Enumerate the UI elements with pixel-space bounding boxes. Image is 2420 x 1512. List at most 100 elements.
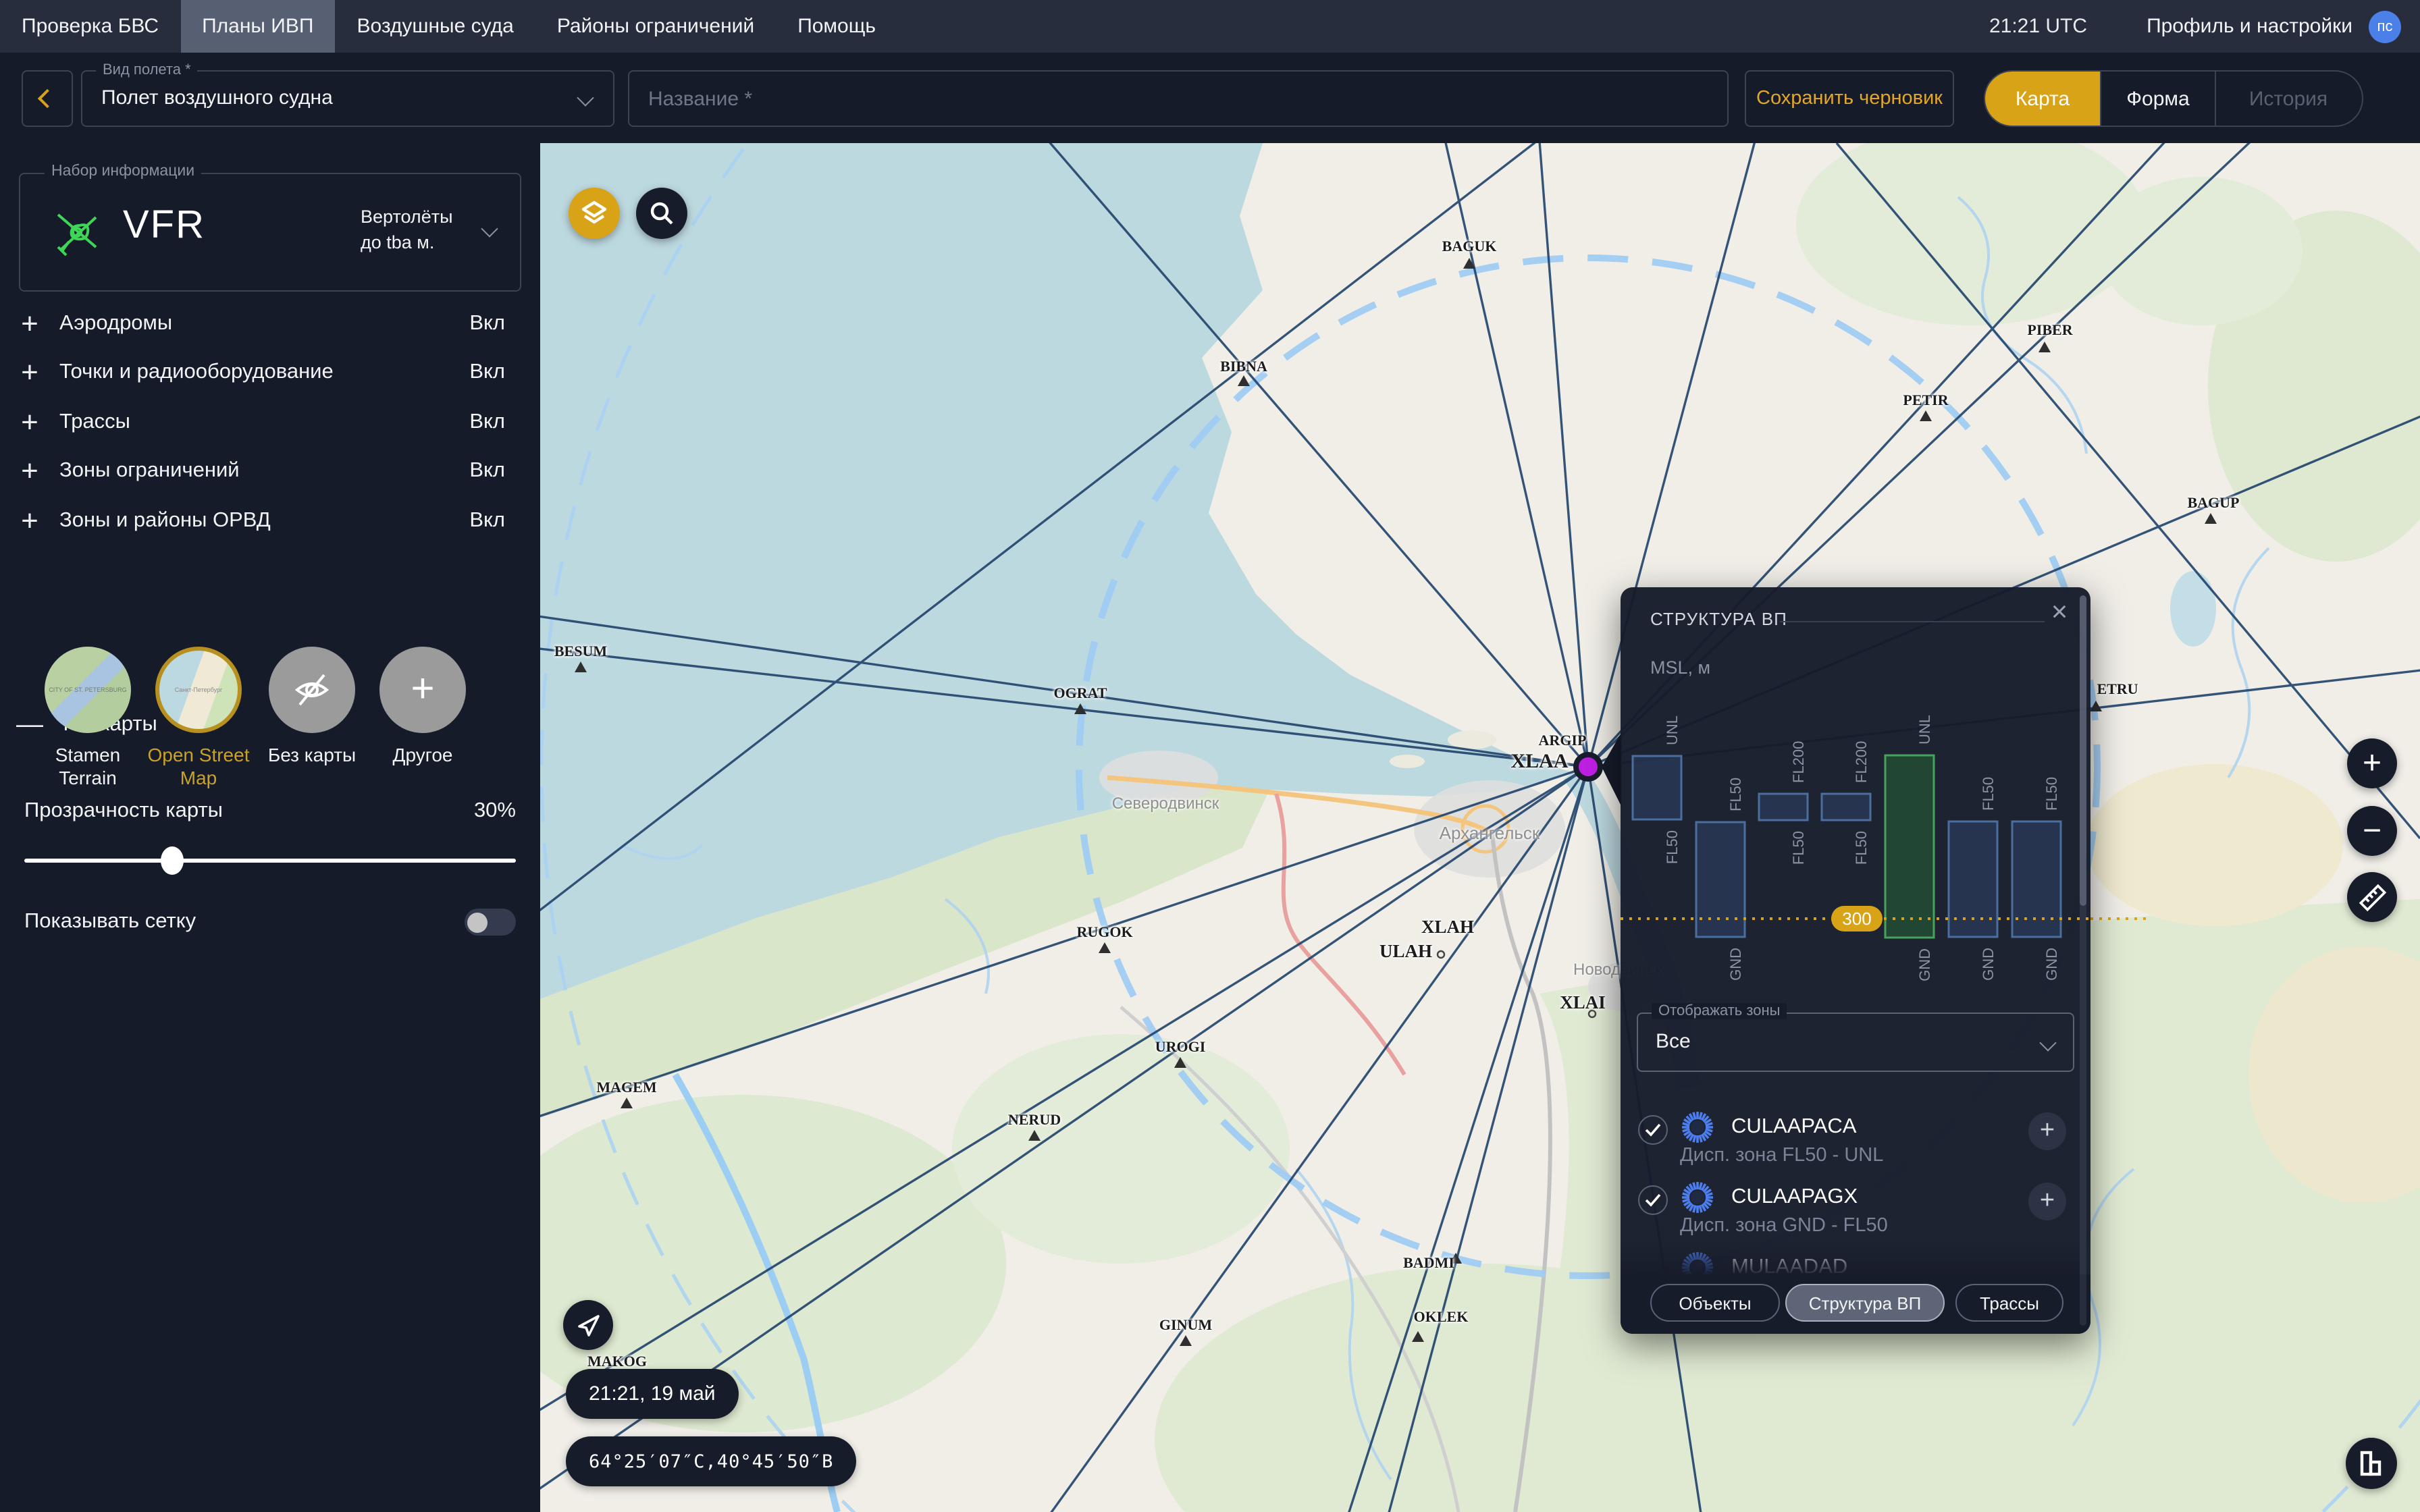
view-tab-form[interactable]: Форма: [2100, 72, 2216, 126]
plus-icon[interactable]: +: [0, 306, 59, 342]
layer-row-zony-ogranichenij[interactable]: + Зоны ограничений Вкл: [0, 447, 540, 495]
layer-label: Зоны ограничений: [59, 459, 240, 483]
zoom-in-button[interactable]: +: [2347, 738, 2397, 788]
svg-text:UNL: UNL: [1664, 716, 1681, 745]
chevron-left-icon: [38, 89, 57, 108]
msl-unit-label: MSL, м: [1650, 657, 1710, 678]
plus-icon[interactable]: +: [0, 504, 59, 539]
locate-button[interactable]: [563, 1300, 613, 1350]
thumb-text: Санкт-Петербург: [159, 686, 238, 693]
chart-bar-labels: UNL FL50 FL50 GND FL200 FL50 FL200 FL50 …: [1664, 715, 2060, 981]
svg-text:FL50: FL50: [2043, 777, 2060, 811]
zones-filter-label: Отображать зоны: [1652, 1003, 1787, 1019]
plus-icon[interactable]: +: [0, 355, 59, 390]
layer-state[interactable]: Вкл: [469, 360, 505, 385]
map-base: [540, 143, 2420, 1512]
zone-icon: [1680, 1180, 1715, 1215]
zone-add-button[interactable]: +: [2028, 1112, 2066, 1150]
opacity-slider[interactable]: [24, 856, 516, 864]
layer-label: Зоны и районы ОРВД: [59, 509, 271, 533]
slider-track[interactable]: [24, 859, 516, 862]
nav-tab-proverka-bvs[interactable]: Проверка БВС: [0, 0, 180, 53]
map-type-stamen[interactable]: CITY OF ST. PETERSBURG: [45, 647, 131, 733]
info-set-select[interactable]: Набор информации VFR Вертолётыдо tba м.: [19, 173, 521, 292]
layers-icon: [579, 198, 609, 228]
flight-type-value: Полет воздушного судна: [101, 86, 333, 109]
grid-label: Показывать сетку: [24, 910, 196, 934]
layer-state[interactable]: Вкл: [469, 459, 505, 483]
zone-name: CULAAPACA: [1731, 1115, 1857, 1139]
chart-bars: [1633, 755, 2061, 938]
grid-row: Показывать сетку: [24, 909, 516, 936]
layers-button[interactable]: [569, 188, 620, 239]
slider-thumb[interactable]: [161, 846, 184, 875]
nav-tab-vozdushnye-suda[interactable]: Воздушные суда: [335, 0, 535, 53]
panel-tab-objects[interactable]: Объекты: [1650, 1284, 1780, 1322]
info-set-value: Вертолётыдо tba м.: [361, 204, 453, 255]
nav-tab-plany-ivp[interactable]: Планы ИВП: [180, 0, 335, 53]
layer-row-aerodromy[interactable]: + Аэродромы Вкл: [0, 300, 540, 348]
search-icon: [648, 200, 675, 227]
map-type-osm[interactable]: Санкт-Петербург: [155, 647, 242, 733]
map-canvas[interactable]: BAGUK BIBNA PIBER PETIR BAGUP BESUM OGRA…: [540, 143, 2420, 1512]
minus-icon[interactable]: —: [0, 709, 59, 740]
grid-toggle[interactable]: [465, 909, 516, 936]
info-set-logo: VFR: [123, 204, 205, 248]
layer-row-trassy[interactable]: + Трассы Вкл: [0, 398, 540, 447]
zoom-out-button[interactable]: −: [2347, 806, 2397, 856]
panel-tab-structure[interactable]: Структура ВП: [1785, 1284, 1945, 1322]
nav-tab-rajony-ogranichenij[interactable]: Районы ограничений: [535, 0, 776, 53]
map-type-none[interactable]: [269, 647, 355, 733]
toggle-knob: [467, 912, 488, 932]
navigation-arrow-icon: [575, 1312, 602, 1339]
close-icon[interactable]: ×: [2039, 593, 2080, 633]
zone-desc: Дисп. зона FL50 - UNL: [1680, 1145, 1883, 1166]
layer-row-zony-orvd[interactable]: + Зоны и районы ОРВД Вкл: [0, 497, 540, 545]
top-navbar: Проверка БВС Планы ИВП Воздушные суда Ра…: [0, 0, 2420, 53]
zone-row[interactable]: MULAADAD: [1621, 1238, 2080, 1274]
save-draft-button[interactable]: Сохранить черновик: [1745, 70, 1954, 127]
layer-row-tochki[interactable]: + Точки и радиооборудование Вкл: [0, 348, 540, 397]
flight-type-select[interactable]: Вид полета * Полет воздушного судна: [81, 70, 614, 127]
hub-point[interactable]: [1576, 755, 1600, 779]
panel-tab-routes[interactable]: Трассы: [1955, 1284, 2063, 1322]
zone-row[interactable]: CULAAPACA Дисп. зона FL50 - UNL +: [1621, 1098, 2080, 1168]
back-button[interactable]: [22, 70, 73, 127]
checkbox-checked[interactable]: [1638, 1115, 1668, 1145]
layer-label: Точки и радиооборудование: [59, 360, 334, 385]
layers-sidebar: Набор информации VFR Вертолётыдо tba м. …: [0, 143, 540, 1512]
zone-icon: [1680, 1110, 1715, 1145]
layer-state[interactable]: Вкл: [469, 312, 505, 336]
zone-row[interactable]: CULAAPAGX Дисп. зона GND - FL50 +: [1621, 1168, 2080, 1238]
opacity-value: 30%: [474, 799, 516, 824]
chevron-down-icon: [481, 220, 498, 237]
view-tab-map[interactable]: Карта: [1985, 72, 2100, 126]
plus-icon: +: [411, 667, 434, 713]
search-button[interactable]: [636, 188, 687, 239]
plus-icon[interactable]: +: [0, 405, 59, 440]
measure-button[interactable]: [2347, 872, 2397, 922]
chevron-down-icon: [2039, 1034, 2056, 1051]
divider: [1780, 621, 2045, 622]
structure-toggle-button[interactable]: [2346, 1438, 2397, 1489]
panel-tab-bar: Объекты Структура ВП Трассы: [1621, 1274, 2090, 1334]
layer-state[interactable]: Вкл: [469, 410, 505, 435]
panel-scrollbar-thumb[interactable]: [2080, 595, 2086, 906]
view-tab-history[interactable]: История: [2216, 72, 2361, 126]
altitude-limit-badge[interactable]: 300: [1831, 906, 1883, 932]
avatar[interactable]: пс: [2369, 10, 2401, 43]
app-window: Проверка БВС Планы ИВП Воздушные суда Ра…: [0, 0, 2420, 1512]
zone-icon: [1680, 1250, 1715, 1274]
airspace-structure-panel: СТРУКТУРА ВП × MSL, м UNL FL50 FL50: [1621, 587, 2090, 1334]
checkbox-checked[interactable]: [1638, 1185, 1668, 1215]
zones-filter-select[interactable]: Отображать зоны Все: [1637, 1013, 2074, 1072]
plus-icon[interactable]: +: [0, 454, 59, 489]
layer-state[interactable]: Вкл: [469, 509, 505, 533]
nav-tab-pomosch[interactable]: Помощь: [776, 0, 897, 53]
plan-name-input[interactable]: [628, 70, 1729, 127]
zone-add-button[interactable]: +: [2028, 1183, 2066, 1220]
profile-settings-link[interactable]: Профиль и настройки: [2147, 15, 2352, 38]
map-type-caption: Stamen Terrain: [34, 744, 142, 790]
map-type-other[interactable]: +: [379, 647, 466, 733]
svg-text:FL50: FL50: [1664, 830, 1681, 864]
